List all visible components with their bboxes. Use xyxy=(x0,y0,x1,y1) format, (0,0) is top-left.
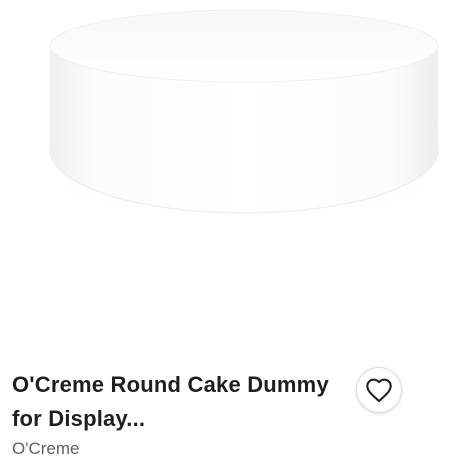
product-title[interactable]: O'Creme Round Cake Dummy for Display... xyxy=(12,368,342,436)
product-card[interactable]: O'Creme Round Cake Dummy for Display... … xyxy=(0,0,464,466)
product-brand: O'Creme xyxy=(12,439,80,458)
favorite-button[interactable] xyxy=(356,367,402,413)
cake-dummy-image xyxy=(40,9,450,218)
heart-outline-icon xyxy=(366,378,392,403)
product-info: O'Creme Round Cake Dummy for Display... … xyxy=(12,368,342,460)
product-image[interactable] xyxy=(0,0,464,350)
